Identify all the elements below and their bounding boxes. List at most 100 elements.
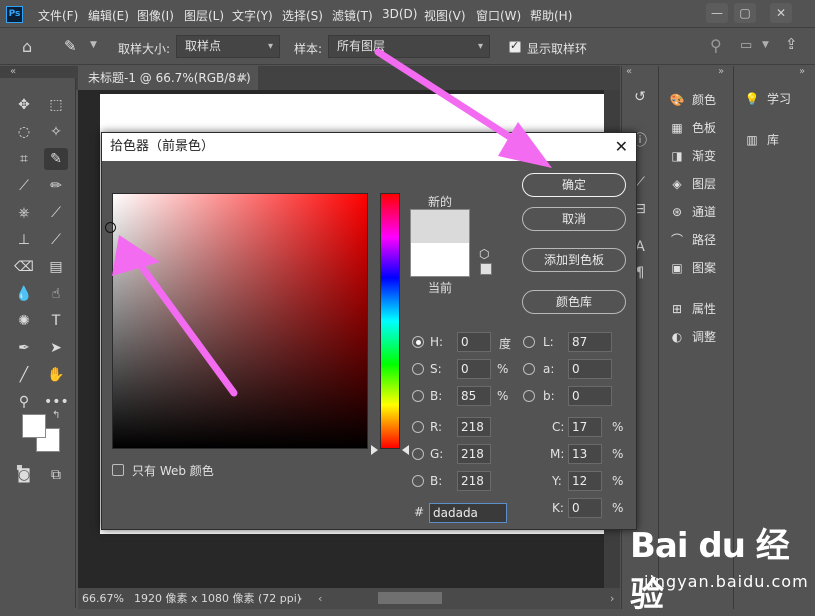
menu-type[interactable]: 文字(Y) [232, 7, 273, 24]
clone-stamp-tool-icon[interactable]: ⎈ [12, 202, 36, 224]
close-tab-icon[interactable]: ✕ [238, 66, 248, 90]
menu-3d[interactable]: 3D(D) [382, 7, 417, 21]
magic-wand-tool-icon[interactable]: ✧ [44, 121, 68, 143]
home-icon[interactable]: ⌂ [22, 37, 32, 56]
zoom-tool-icon[interactable]: ⚲ [12, 391, 36, 413]
menu-edit[interactable]: 编辑(E) [88, 7, 129, 24]
blue-input[interactable]: 218 [457, 471, 491, 491]
magenta-input[interactable]: 13 [568, 444, 602, 464]
close-icon[interactable]: ✕ [615, 133, 628, 161]
chevron-right-icon[interactable]: › [610, 588, 614, 609]
expand-panels-icon[interactable]: » [799, 66, 805, 77]
brush-tool-icon[interactable]: ⟋ [44, 202, 68, 224]
show-sampling-ring-checkbox[interactable] [509, 39, 521, 53]
menu-file[interactable]: 文件(F) [38, 7, 78, 24]
color-field-marker[interactable] [105, 222, 116, 233]
saturation-radio[interactable] [412, 363, 424, 375]
pen-tool-icon[interactable]: ✒ [12, 337, 36, 359]
swap-colors-icon[interactable]: ↰ [52, 410, 60, 421]
dodge-tool-icon[interactable]: ✺ [12, 310, 36, 332]
eraser-tool-icon[interactable]: ⌫ [12, 256, 36, 278]
eyedropper-tool-icon[interactable]: ✎ [44, 148, 68, 170]
yellow-input[interactable]: 12 [568, 471, 602, 491]
menu-view[interactable]: 视图(V) [424, 7, 466, 24]
chevron-down-icon[interactable]: ▼ [762, 40, 769, 50]
panel-swatches[interactable]: ▦ 色板 [668, 117, 716, 139]
menu-window[interactable]: 窗口(W) [476, 7, 521, 24]
eyedropper-preset-icon[interactable]: ✎ [64, 37, 77, 55]
collapse-toolbar-icon[interactable]: « [10, 66, 16, 77]
hue-slider-handle-right[interactable] [402, 445, 409, 455]
lab-l-radio[interactable] [523, 336, 535, 348]
web-colors-only-checkbox[interactable] [112, 464, 124, 476]
close-window-icon[interactable]: ✕ [770, 3, 792, 23]
crop-tool-icon[interactable]: ⌗ [12, 148, 36, 170]
blue-radio[interactable] [412, 475, 424, 487]
panel-paths[interactable]: ⌒ 路径 [668, 229, 716, 251]
hue-slider[interactable] [380, 193, 400, 449]
restore-icon[interactable]: ▢ [734, 3, 756, 23]
menu-filter[interactable]: 滤镜(T) [332, 7, 373, 24]
red-radio[interactable] [412, 421, 424, 433]
share-icon[interactable]: ⇪ [785, 35, 798, 53]
hex-input[interactable]: dadada [429, 503, 507, 523]
panel-layers[interactable]: ◈ 图层 [668, 173, 716, 195]
green-input[interactable]: 218 [457, 444, 491, 464]
pencil-tool-icon[interactable]: ✏ [44, 175, 68, 197]
path-selection-tool-icon[interactable]: ➤ [44, 337, 68, 359]
lasso-tool-icon[interactable]: ◌ [12, 121, 36, 143]
panel-properties[interactable]: ⊞ 属性 [668, 298, 716, 320]
search-icon[interactable]: ⚲ [710, 36, 722, 55]
lab-a-radio[interactable] [523, 363, 535, 375]
expand-panels-icon[interactable]: » [718, 66, 724, 77]
menu-help[interactable]: 帮助(H) [530, 7, 572, 24]
lab-b-input[interactable]: 0 [568, 386, 612, 406]
panel-adjustments[interactable]: ◐ 调整 [668, 326, 716, 348]
quick-mask-icon[interactable]: ◙ [12, 464, 36, 486]
type-tool-icon[interactable]: T [44, 310, 68, 332]
green-radio[interactable] [412, 448, 424, 460]
sample-select[interactable]: 所有图层 ▾ [328, 35, 490, 58]
brightness-input[interactable]: 85 [457, 386, 491, 406]
panel-channels[interactable]: ⊛ 通道 [668, 201, 716, 223]
screen-mode-icon[interactable]: ⧉ [44, 464, 68, 486]
add-to-swatches-button[interactable]: 添加到色板 [522, 248, 626, 272]
history-brush-tool-icon[interactable]: ⟋ [44, 229, 68, 251]
red-input[interactable]: 218 [457, 417, 491, 437]
foreground-color-swatch[interactable] [22, 414, 46, 438]
color-libraries-button[interactable]: 颜色库 [522, 290, 626, 314]
cyan-input[interactable]: 17 [568, 417, 602, 437]
sample-size-select[interactable]: 取样点 ▾ [176, 35, 280, 58]
collapse-panel-icon[interactable]: « [626, 66, 632, 77]
chevron-right-icon[interactable]: › [298, 588, 302, 609]
zoom-level[interactable]: 66.67% [82, 588, 124, 609]
history-icon[interactable]: ↺ [628, 86, 652, 108]
cancel-button[interactable]: 取消 [522, 207, 626, 231]
menu-select[interactable]: 选择(S) [282, 7, 323, 24]
hue-slider-handle-left[interactable] [371, 445, 378, 455]
healing-brush-tool-icon[interactable]: ⟋ [12, 175, 36, 197]
hand-tool-icon[interactable]: ✋ [44, 364, 68, 386]
minimize-icon[interactable]: — [706, 3, 728, 23]
panel-gradients[interactable]: ◨ 渐变 [668, 145, 716, 167]
current-color-swatch[interactable] [410, 243, 470, 277]
marquee-tool-icon[interactable]: ⬚ [44, 94, 68, 116]
saturation-brightness-field[interactable] [112, 193, 368, 449]
lab-l-input[interactable]: 87 [568, 332, 612, 352]
move-tool-icon[interactable]: ✥ [12, 94, 36, 116]
panel-learn[interactable]: 💡 学习 [743, 88, 792, 110]
chevron-down-icon[interactable]: ▼ [90, 40, 97, 50]
chevron-left-icon[interactable]: ‹ [318, 588, 322, 609]
web-safe-cube-icon[interactable]: ⬡ [479, 247, 489, 261]
ok-button[interactable]: 确定 [522, 173, 626, 197]
panel-color[interactable]: 🎨 颜色 [668, 89, 717, 111]
menu-layer[interactable]: 图层(L) [184, 7, 224, 24]
horizontal-scrollbar-thumb[interactable] [378, 592, 442, 604]
saturation-input[interactable]: 0 [457, 359, 491, 379]
panel-libraries[interactable]: ▥ 库 [743, 129, 779, 151]
document-tab[interactable]: 未标题-1 @ 66.7%(RGB/8#) ✕ [78, 66, 258, 90]
lab-a-input[interactable]: 0 [568, 359, 612, 379]
gradient-tool-icon[interactable]: ▤ [44, 256, 68, 278]
workspace-icon[interactable]: ▭ [740, 38, 752, 53]
web-safe-color-swatch[interactable] [480, 263, 492, 275]
